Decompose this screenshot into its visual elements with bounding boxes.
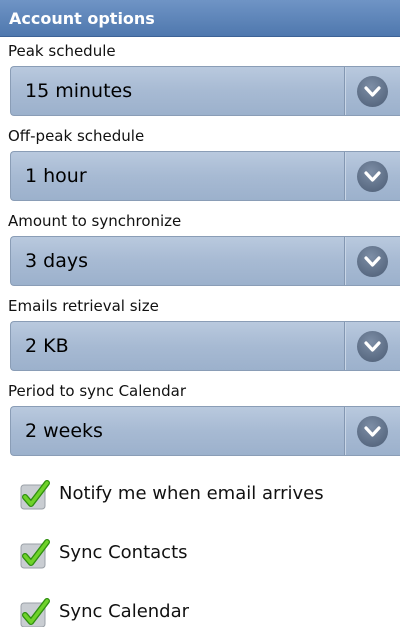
peak-schedule-value: 15 minutes	[25, 80, 133, 102]
chevron-down-icon[interactable]	[357, 416, 388, 447]
spinner-divider	[344, 407, 345, 455]
chevron-down-icon[interactable]	[357, 161, 388, 192]
account-options-screen: Account options Peak schedule 15 minutes…	[0, 0, 400, 627]
off-peak-schedule-label: Off-peak schedule	[8, 127, 145, 145]
off-peak-schedule-value: 1 hour	[25, 165, 87, 187]
peak-schedule-spinner[interactable]: 15 minutes	[10, 66, 400, 116]
spinner-divider	[344, 322, 345, 370]
spinner-divider	[344, 152, 345, 200]
sync-contacts-checkbox-row[interactable]: Sync Contacts	[20, 535, 400, 575]
amount-to-synchronize-spinner[interactable]: 3 days	[10, 236, 400, 286]
checkmark-icon[interactable]	[20, 480, 50, 510]
checkmark-icon[interactable]	[20, 539, 50, 569]
spinner-divider	[344, 237, 345, 285]
period-to-sync-calendar-value: 2 weeks	[25, 420, 103, 442]
chevron-down-icon[interactable]	[357, 331, 388, 362]
sync-calendar-label: Sync Calendar	[59, 601, 190, 622]
amount-to-synchronize-value: 3 days	[25, 250, 88, 272]
sync-contacts-label: Sync Contacts	[59, 542, 188, 563]
notify-email-label: Notify me when email arrives	[59, 483, 324, 504]
emails-retrieval-size-label: Emails retrieval size	[8, 297, 159, 315]
emails-retrieval-size-value: 2 KB	[25, 335, 69, 357]
spinner-divider	[344, 67, 345, 115]
period-to-sync-calendar-label: Period to sync Calendar	[8, 382, 187, 400]
amount-to-synchronize-label: Amount to synchronize	[8, 212, 182, 230]
checkmark-icon[interactable]	[20, 598, 50, 627]
peak-schedule-label: Peak schedule	[8, 42, 116, 60]
period-to-sync-calendar-spinner[interactable]: 2 weeks	[10, 406, 400, 456]
notify-email-checkbox-row[interactable]: Notify me when email arrives	[20, 476, 400, 516]
page-title: Account options	[0, 0, 400, 37]
sync-calendar-checkbox-row[interactable]: Sync Calendar	[20, 594, 400, 627]
chevron-down-icon[interactable]	[357, 246, 388, 277]
chevron-down-icon[interactable]	[357, 76, 388, 107]
emails-retrieval-size-spinner[interactable]: 2 KB	[10, 321, 400, 371]
off-peak-schedule-spinner[interactable]: 1 hour	[10, 151, 400, 201]
